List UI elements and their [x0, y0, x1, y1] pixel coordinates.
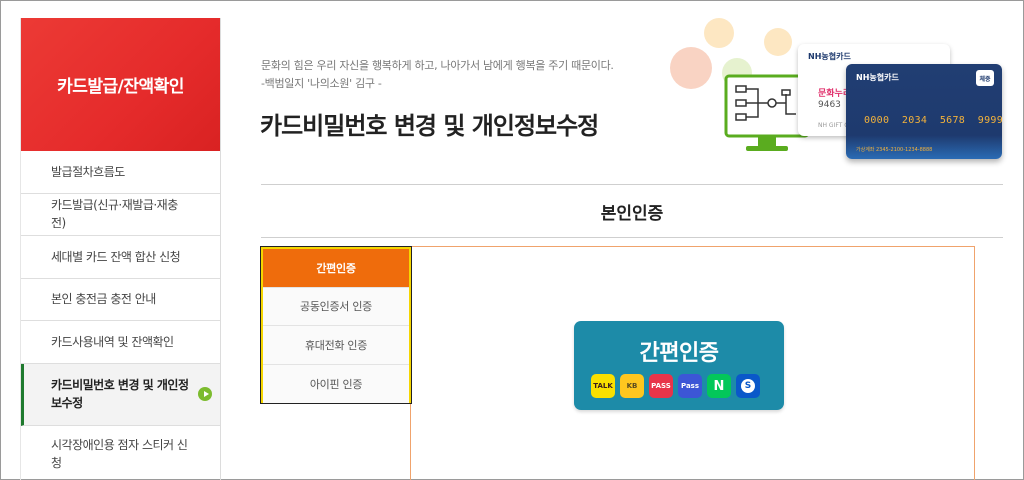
pass-icon: PASS — [649, 374, 673, 398]
header-illustration: NH농협카드 문화누리 9463 NH GIFT CA NH농협카드 체중 00… — [660, 18, 1010, 163]
shinhan-mark: S — [741, 379, 755, 393]
sidebar-item-issue-process[interactable]: 발급절차흐름도 — [21, 151, 220, 194]
quote: 문화의 힘은 우리 자신을 행복하게 하고, 나아가서 남에게 행복을 주기 때… — [261, 57, 614, 93]
shinhan-icon: S — [736, 374, 760, 398]
card-footer: 가상계좌 2345-2100-1234-8888 — [856, 147, 933, 153]
tab-mobile-auth[interactable]: 휴대전화 인증 — [263, 326, 409, 365]
decor-circle — [670, 47, 712, 89]
kakaotalk-icon: TALK — [591, 374, 615, 398]
sidebar-item-braille-sticker[interactable]: 시각장애인용 점자 스티커 신청 — [21, 426, 220, 480]
divider — [261, 184, 1003, 185]
card-brand: NH농협카드 — [808, 52, 851, 61]
easy-auth-button[interactable]: 간편인증 TALK KB PASS Pass N S — [574, 321, 784, 410]
sidebar-item-label: 카드발급(신규·재발급·재충전) — [51, 198, 178, 231]
quote-line-1: 문화의 힘은 우리 자신을 행복하게 하고, 나아가서 남에게 행복을 주기 때… — [261, 59, 614, 72]
divider — [261, 237, 1003, 238]
auth-app-list: TALK KB PASS Pass N S — [591, 374, 760, 398]
sidebar-item-household-balance[interactable]: 세대별 카드 잔액 합산 신청 — [21, 236, 220, 279]
sidebar-item-card-issue[interactable]: 카드발급(신규·재발급·재충전) — [21, 194, 220, 236]
sidebar-item-password-change[interactable]: 카드비밀번호 변경 및 개인정보수정 — [21, 363, 220, 426]
nh-card-front: NH농협카드 체중 0000 2034 5678 9999 가상계좌 2345-… — [846, 64, 1004, 159]
tab-ipin-auth[interactable]: 아이핀 인증 — [263, 364, 409, 403]
naver-icon: N — [707, 374, 731, 398]
sidebar-item-label: 시각장애인용 점자 스티커 신청 — [51, 437, 188, 470]
section-title: 본인인증 — [600, 204, 664, 224]
sidebar-menu: 발급절차흐름도 카드발급(신규·재발급·재충전) 세대별 카드 잔액 합산 신청… — [21, 151, 220, 480]
sidebar-item-label: 카드사용내역 및 잔액확인 — [51, 334, 174, 349]
card-number: 9463 — [818, 100, 841, 110]
pass-blue-icon: Pass — [678, 374, 702, 398]
auth-tabs: 간편인증 공동인증서 인증 휴대전화 인증 아이핀 인증 — [260, 246, 412, 404]
tab-easy-auth[interactable]: 간편인증 — [263, 249, 409, 288]
arrow-right-icon — [198, 387, 212, 401]
sidebar-item-usage-balance[interactable]: 카드사용내역 및 잔액확인 — [21, 321, 220, 364]
kb-icon: KB — [620, 374, 644, 398]
sidebar-item-label: 발급절차흐름도 — [51, 164, 125, 179]
sidebar-item-label: 세대별 카드 잔액 합산 신청 — [51, 249, 181, 264]
decor-circle — [764, 28, 792, 56]
card-brand: NH농협카드 — [856, 73, 899, 82]
page-title: 카드비밀번호 변경 및 개인정보수정 — [260, 112, 599, 140]
tab-certificate-auth[interactable]: 공동인증서 인증 — [263, 287, 409, 326]
sidebar-item-charge-guide[interactable]: 본인 충전금 충전 안내 — [21, 279, 220, 321]
sidebar-item-label: 카드비밀번호 변경 및 개인정보수정 — [51, 378, 189, 410]
easy-auth-title: 간편인증 — [639, 341, 719, 366]
sidebar: 카드발급/잔액확인 발급절차흐름도 카드발급(신규·재발급·재충전) 세대별 카… — [20, 18, 221, 480]
card-number: 0000 2034 5678 9999 — [864, 115, 1004, 126]
sidebar-title: 카드발급/잔액확인 — [21, 18, 220, 151]
card-badge: 체중 — [976, 70, 994, 86]
sidebar-item-label: 본인 충전금 충전 안내 — [51, 292, 156, 307]
quote-line-2: -백범일지 '나의소원' 김구 - — [261, 77, 382, 90]
decor-circle — [704, 18, 734, 48]
